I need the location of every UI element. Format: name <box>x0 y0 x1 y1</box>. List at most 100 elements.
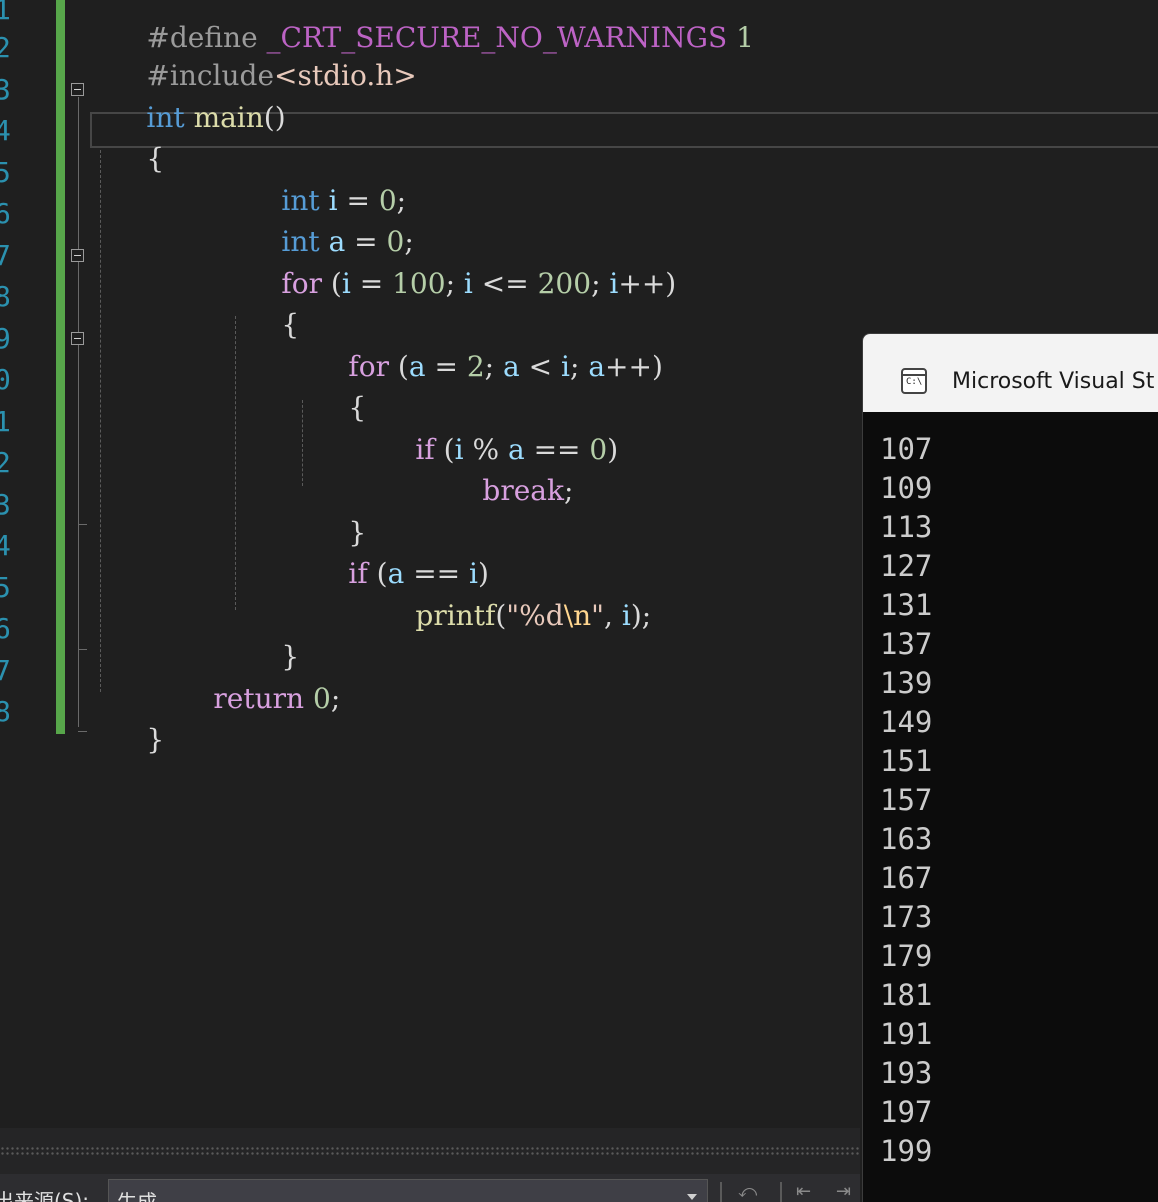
operator: <= <box>481 267 529 300</box>
variable: i <box>621 599 631 632</box>
line-number: 2 <box>0 31 11 64</box>
collapse-icon[interactable] <box>71 83 84 96</box>
operator: ++ <box>618 267 666 300</box>
splitter-grip[interactable] <box>0 1146 860 1156</box>
control-keyword: return <box>213 682 305 715</box>
code-line[interactable]: return 0; <box>160 657 340 741</box>
operator: = <box>434 350 458 383</box>
string-literal: " <box>591 599 605 632</box>
console-line: 157 <box>880 783 933 817</box>
line-number: 7 <box>0 654 11 687</box>
punctuation: ( <box>330 267 342 300</box>
number-literal: 0 <box>589 433 608 466</box>
console-line: 131 <box>880 588 933 622</box>
line-number: 2 <box>0 446 11 479</box>
brace: } <box>146 723 165 756</box>
console-titlebar[interactable]: C:\ Microsoft Visual St <box>863 334 1158 412</box>
line-number: 6 <box>0 612 11 645</box>
console-line: 199 <box>880 1134 933 1168</box>
output-source-dropdown[interactable]: 生成 <box>108 1179 708 1202</box>
escape-sequence: \n <box>563 599 592 632</box>
format-specifier: %d <box>519 599 564 632</box>
console-icon-label: C:\ <box>906 377 923 387</box>
variable: i <box>561 350 570 383</box>
console-line: 193 <box>880 1056 933 1090</box>
outline-line <box>78 524 87 525</box>
toolbar-separator <box>720 1182 722 1202</box>
punctuation: ; <box>569 350 580 383</box>
find-previous-icon[interactable]: ⤺ <box>738 1182 762 1202</box>
console-line: 163 <box>880 822 933 856</box>
punctuation: ) <box>607 433 619 466</box>
console-line: 181 <box>880 978 933 1012</box>
operator: ++ <box>605 350 652 383</box>
number-literal: 2 <box>466 350 485 383</box>
code-line[interactable]: { <box>93 117 164 201</box>
punctuation: () <box>263 101 286 134</box>
punctuation: ; <box>641 599 652 632</box>
console-app-icon: C:\ <box>901 368 927 394</box>
line-number: 1 <box>0 405 11 438</box>
code-line[interactable]: printf("%d\n", i); <box>362 574 651 658</box>
console-line: 191 <box>880 1017 933 1051</box>
code-line[interactable]: { <box>228 283 299 367</box>
macro-value: 1 <box>736 21 754 54</box>
code-line[interactable]: { <box>295 366 366 450</box>
go-to-previous-icon[interactable]: ⇤ <box>796 1182 820 1202</box>
punctuation: ) <box>651 350 663 383</box>
punctuation: ; <box>484 350 495 383</box>
string-literal: " <box>506 599 520 632</box>
line-number: 4 <box>0 529 11 562</box>
output-pane-splitter[interactable] <box>0 1128 860 1174</box>
console-line: 167 <box>880 861 933 895</box>
code-line[interactable]: } <box>93 698 164 782</box>
console-line: 137 <box>880 627 933 661</box>
output-source-label: 出来源(S): <box>0 1189 90 1202</box>
console-line: 127 <box>880 549 933 583</box>
go-to-next-icon[interactable]: ⇥ <box>836 1182 860 1202</box>
line-number: 5 <box>0 571 11 604</box>
operator: = <box>359 267 384 300</box>
console-line: 113 <box>880 510 933 544</box>
line-number: 3 <box>0 488 11 521</box>
console-line: 151 <box>880 744 933 778</box>
outline-line <box>78 97 79 727</box>
console-window[interactable]: C:\ Microsoft Visual St 107 109 113 127 … <box>862 333 1158 1202</box>
console-line: 107 <box>880 432 933 466</box>
variable: a <box>408 350 426 383</box>
punctuation: , <box>604 599 613 632</box>
console-output: 107 109 113 127 131 137 139 149 151 157 … <box>880 430 932 1171</box>
line-number: 3 <box>0 73 11 106</box>
brace: { <box>146 142 165 175</box>
include-header: <stdio.h> <box>274 59 417 92</box>
punctuation: ; <box>330 682 341 715</box>
line-number: 8 <box>0 695 11 728</box>
console-line: 197 <box>880 1095 933 1129</box>
console-line: 109 <box>880 471 933 505</box>
number-literal: 100 <box>392 267 446 300</box>
indent-guide <box>100 150 101 692</box>
punctuation: ; <box>563 474 574 507</box>
number-literal: 200 <box>537 267 592 300</box>
line-number: 4 <box>0 114 11 147</box>
line-number: 9 <box>0 322 11 355</box>
toolbar-separator <box>780 1182 782 1202</box>
operator: < <box>528 350 553 383</box>
function-name: main <box>193 101 264 134</box>
visual-studio-screen: 1 2 3 4 5 6 7 8 9 0 1 2 3 4 5 6 7 8 #def… <box>0 0 1158 1202</box>
punctuation: ; <box>445 267 455 300</box>
code-line[interactable]: break; <box>429 449 573 533</box>
line-number: 8 <box>0 280 11 313</box>
outline-line <box>78 649 87 650</box>
variable: i <box>463 267 473 300</box>
collapse-icon[interactable] <box>71 332 84 345</box>
collapse-icon[interactable] <box>71 249 84 262</box>
output-source-value: 生成 <box>117 1190 157 1202</box>
line-number: 7 <box>0 239 11 272</box>
console-line: 149 <box>880 705 933 739</box>
function-name: printf <box>415 599 496 632</box>
variable: a <box>503 350 520 383</box>
console-line: 139 <box>880 666 933 700</box>
punctuation: ( <box>495 599 507 632</box>
variable: i <box>341 267 351 300</box>
